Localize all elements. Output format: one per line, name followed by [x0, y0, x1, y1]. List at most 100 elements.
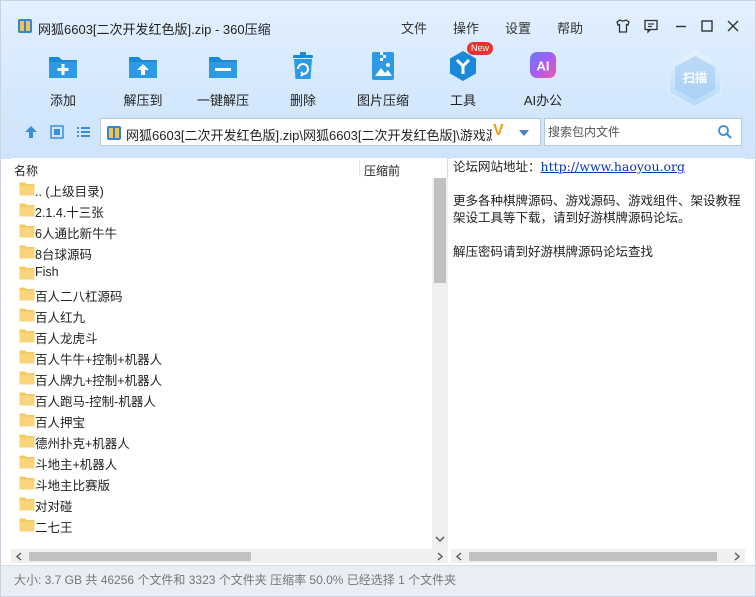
column-name[interactable]: 名称 — [14, 162, 38, 179]
column-size[interactable]: 压缩前 — [364, 162, 400, 179]
skin-shirt-icon[interactable] — [614, 17, 632, 35]
menu-settings[interactable]: 设置 — [505, 18, 531, 37]
folder-icon — [19, 371, 35, 385]
image-compress-button[interactable]: 图片压缩 — [342, 45, 424, 108]
list-item[interactable]: Fish — [11, 262, 431, 283]
comment-blank — [453, 175, 745, 192]
delete-button[interactable]: 删除 — [262, 45, 344, 108]
folder-icon — [19, 476, 35, 490]
folder-icon — [19, 266, 35, 280]
list-item[interactable]: 德州扑克+机器人 — [11, 430, 431, 451]
list-item[interactable]: 百人二八杠源码 — [11, 283, 431, 304]
folder-icon — [19, 308, 35, 322]
list-item[interactable]: 百人红九 — [11, 304, 431, 325]
list-item[interactable]: 斗地主+机器人 — [11, 451, 431, 472]
menu-operate[interactable]: 操作 — [453, 18, 479, 37]
folder-icon — [19, 329, 35, 343]
minimize-icon[interactable] — [672, 17, 690, 35]
title-bar: 网狐6603[二次开发红色版].zip - 360压缩 文件 操作 设置 帮助 — [1, 1, 755, 41]
list-item-label: 百人牌九+控制+机器人 — [35, 374, 163, 388]
list-item[interactable]: 8台球源码 — [11, 241, 431, 262]
list-item[interactable]: 百人龙虎斗 — [11, 325, 431, 346]
scroll-left-icon[interactable] — [15, 552, 23, 561]
address-bar[interactable]: 网狐6603[二次开发红色版].zip\网狐6603[二次开发红色版]\游戏源码… — [100, 118, 541, 146]
status-text: 大小: 3.7 GB 共 46256 个文件和 3323 个文件夹 压缩率 50… — [14, 573, 457, 587]
list-vscroll-thumb[interactable] — [434, 178, 446, 283]
list-item-label: .. (上级目录) — [35, 185, 104, 199]
folder-icon — [19, 224, 35, 238]
add-icon — [49, 57, 77, 78]
folder-icon — [19, 518, 35, 532]
list-item[interactable]: 斗地主比赛版 — [11, 472, 431, 493]
folder-icon — [19, 413, 35, 427]
list-item-label: 百人牛牛+控制+机器人 — [35, 353, 163, 367]
comment-line-3: 架设工具等下载，请到好游棋牌源码论坛。 — [453, 210, 691, 225]
thumbnail-view-icon[interactable] — [48, 123, 66, 141]
list-item-label: 斗地主比赛版 — [35, 479, 111, 493]
list-item[interactable]: 6人通比新牛牛 — [11, 220, 431, 241]
comment-line-4: 解压密码请到好游棋牌源码论坛查找 — [453, 244, 654, 259]
extract-to-button[interactable]: 解压到 — [102, 45, 184, 108]
scroll-right-icon[interactable] — [436, 552, 444, 561]
list-item[interactable]: 对对碰 — [11, 493, 431, 514]
list-hscroll-thumb[interactable] — [29, 552, 251, 561]
list-item[interactable]: 百人牛牛+控制+机器人 — [11, 346, 431, 367]
feedback-icon[interactable] — [642, 17, 660, 35]
one-click-extract-button[interactable]: 一键解压 — [182, 45, 264, 108]
comment-horizontal-scrollbar[interactable] — [451, 549, 745, 563]
list-item[interactable]: .. (上级目录) — [11, 178, 431, 199]
svg-text:AI: AI — [537, 59, 550, 74]
list-item-label: 对对碰 — [35, 500, 73, 514]
folder-icon — [19, 434, 35, 448]
file-list: .. (上级目录) 2.1.4.十三张 6人通比新牛牛 8台球源码 Fish 百人二八杠源… — [11, 178, 431, 545]
comment-pane: 论坛网站地址：http://www.haoyou.org 更多各种棋牌源码、游戏… — [451, 158, 745, 563]
maximize-icon[interactable] — [698, 17, 716, 35]
forum-link[interactable]: http://www.haoyou.org — [541, 159, 685, 174]
list-item[interactable]: 百人跑马-控制-机器人 — [11, 388, 431, 409]
list-item-label: Fish — [35, 265, 59, 279]
new-badge: New — [467, 42, 493, 55]
menu-file[interactable]: 文件 — [401, 18, 427, 37]
search-input[interactable] — [548, 124, 708, 140]
list-item-label: 百人红九 — [35, 311, 86, 325]
folder-icon — [19, 203, 35, 217]
extract-to-label: 解压到 — [123, 93, 163, 108]
scan-shield-button[interactable]: 扫描 — [665, 47, 725, 109]
up-arrow-icon[interactable] — [22, 123, 40, 141]
scroll-left-icon[interactable] — [455, 552, 463, 561]
list-horizontal-scrollbar[interactable] — [11, 549, 448, 563]
list-item-label: 德州扑克+机器人 — [35, 437, 130, 451]
image-compress-label: 图片压缩 — [356, 93, 409, 108]
folder-icon — [19, 245, 35, 259]
chevron-down-icon[interactable] — [518, 128, 530, 138]
tools-button[interactable]: 工具 — [422, 45, 504, 108]
list-item-label: 2.1.4.十三张 — [35, 206, 104, 220]
close-icon[interactable] — [724, 17, 742, 35]
list-view-icon[interactable] — [74, 123, 92, 141]
comment-hscroll-thumb[interactable] — [469, 552, 717, 561]
archive-comment: 论坛网站地址：http://www.haoyou.org 更多各种棋牌源码、游戏… — [453, 158, 745, 260]
delete-icon — [293, 52, 313, 79]
list-item-label: 二七王 — [35, 521, 73, 535]
forum-label: 论坛网站地址： — [453, 159, 541, 174]
archive-path-icon — [107, 126, 121, 140]
delete-label: 删除 — [289, 93, 316, 108]
list-item[interactable]: 百人押宝 — [11, 409, 431, 430]
list-item-label: 百人押宝 — [35, 416, 86, 430]
address-path: 网狐6603[二次开发红色版].zip\网狐6603[二次开发红色版]\游戏源码 — [126, 128, 492, 143]
menu-help[interactable]: 帮助 — [557, 18, 583, 37]
column-divider[interactable] — [359, 160, 360, 176]
list-item[interactable]: 百人牌九+控制+机器人 — [11, 367, 431, 388]
list-vertical-scrollbar[interactable] — [432, 178, 448, 549]
scroll-right-icon[interactable] — [733, 552, 741, 561]
add-button[interactable]: 添加 — [22, 45, 104, 108]
ai-office-button[interactable]: AI AI办公 — [502, 45, 584, 108]
search-icon[interactable] — [717, 124, 733, 140]
ai-office-icon: AI — [530, 52, 556, 78]
list-header: 名称 压缩前 — [11, 158, 448, 178]
list-item[interactable]: 二七王 — [11, 514, 431, 535]
scroll-down-icon[interactable] — [435, 535, 445, 543]
extract-to-icon — [129, 57, 157, 78]
folder-icon — [19, 350, 35, 364]
list-item[interactable]: 2.1.4.十三张 — [11, 199, 431, 220]
